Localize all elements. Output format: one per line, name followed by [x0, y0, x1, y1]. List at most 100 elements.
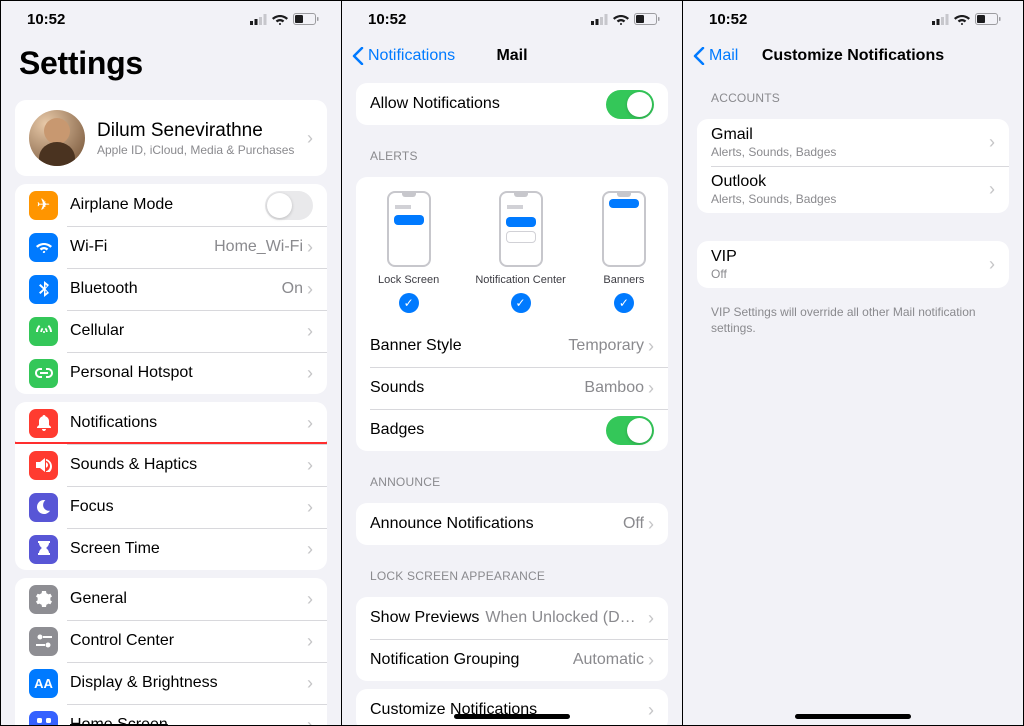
row-announce-notifications[interactable]: Announce Notifications Off ›	[356, 503, 668, 545]
wifi-icon	[613, 13, 629, 25]
wifi-icon	[272, 13, 288, 25]
status-bar: 10:52	[342, 1, 682, 37]
row-customize-notifications[interactable]: Customize Notifications ›	[356, 689, 668, 725]
chevron-right-icon: ›	[307, 363, 313, 384]
section-header-accounts: ACCOUNTS	[683, 75, 1023, 111]
home-indicator[interactable]	[454, 714, 570, 719]
wifi-icon	[954, 13, 970, 25]
cellular-icon	[932, 14, 949, 25]
moon-icon	[29, 493, 58, 522]
chevron-right-icon: ›	[307, 279, 313, 300]
chevron-right-icon: ›	[307, 715, 313, 726]
chevron-right-icon: ›	[648, 700, 654, 721]
allow-notifications-toggle[interactable]	[606, 90, 654, 119]
chevron-right-icon: ›	[648, 336, 654, 357]
row-screen-time[interactable]: Screen Time ›	[15, 528, 327, 570]
home-indicator[interactable]	[795, 714, 911, 719]
row-vip[interactable]: VIP Off ›	[697, 241, 1009, 288]
chevron-right-icon: ›	[648, 608, 654, 629]
row-display-brightness[interactable]: AA Display & Brightness ›	[15, 662, 327, 704]
chevron-right-icon: ›	[648, 378, 654, 399]
cellular-icon	[29, 317, 58, 346]
row-bluetooth[interactable]: Bluetooth On ›	[15, 268, 327, 310]
chevron-right-icon: ›	[989, 254, 995, 275]
alert-option-lock-screen[interactable]: Lock Screen ✓	[378, 191, 439, 313]
notification-center-preview-icon	[499, 191, 543, 267]
chevron-right-icon: ›	[307, 589, 313, 610]
nav-bar: Notifications Mail	[342, 37, 682, 75]
alert-option-notification-center[interactable]: Notification Center ✓	[475, 191, 566, 313]
lock-screen-preview-icon	[387, 191, 431, 267]
chevron-left-icon	[352, 47, 364, 65]
airplane-toggle[interactable]	[265, 191, 313, 220]
page-title: Settings	[1, 37, 341, 92]
row-control-center[interactable]: Control Center ›	[15, 620, 327, 662]
chevron-right-icon: ›	[307, 497, 313, 518]
alert-option-banners[interactable]: Banners ✓	[602, 191, 646, 313]
chevron-right-icon: ›	[648, 650, 654, 671]
alerts-panel: Lock Screen ✓ Notification Center ✓ Bann…	[356, 177, 668, 325]
row-sounds-haptics[interactable]: Sounds & Haptics ›	[15, 444, 327, 486]
status-time: 10:52	[27, 11, 65, 28]
status-bar: 10:52	[683, 1, 1023, 37]
gear-icon	[29, 585, 58, 614]
chevron-right-icon: ›	[307, 128, 313, 149]
row-notification-grouping[interactable]: Notification Grouping Automatic ›	[356, 639, 668, 681]
row-general[interactable]: General ›	[15, 578, 327, 620]
check-icon: ✓	[399, 293, 419, 313]
check-icon: ✓	[614, 293, 634, 313]
row-hotspot[interactable]: Personal Hotspot ›	[15, 352, 327, 394]
bell-icon	[29, 409, 58, 438]
chevron-right-icon: ›	[307, 413, 313, 434]
avatar	[29, 110, 85, 166]
status-bar: 10:52	[1, 1, 341, 37]
row-show-previews[interactable]: Show Previews When Unlocked (Default) ›	[356, 597, 668, 639]
chevron-right-icon: ›	[648, 514, 654, 535]
row-banner-style[interactable]: Banner Style Temporary ›	[356, 325, 668, 367]
cellular-icon	[250, 14, 267, 25]
account-subtitle: Alerts, Sounds, Badges	[711, 145, 989, 159]
bluetooth-icon	[29, 275, 58, 304]
account-subtitle: Alerts, Sounds, Badges	[711, 192, 989, 206]
row-account-gmail[interactable]: Gmail Alerts, Sounds, Badges ›	[697, 119, 1009, 166]
row-allow-notifications[interactable]: Allow Notifications	[356, 83, 668, 125]
row-wifi[interactable]: Wi-Fi Home_Wi-Fi ›	[15, 226, 327, 268]
screen-mail-notifications: 10:52 Notifications Mail Allow Notificat…	[342, 1, 683, 725]
row-home-screen[interactable]: Home Screen ›	[15, 704, 327, 725]
battery-icon	[975, 13, 1001, 25]
chevron-right-icon: ›	[307, 673, 313, 694]
airplane-icon: ✈	[29, 191, 58, 220]
screen-settings: 10:52 Settings Dilum Senevirathne Apple …	[1, 1, 342, 725]
nav-bar: Mail Customize Notifications	[683, 37, 1023, 75]
chevron-right-icon: ›	[307, 539, 313, 560]
row-badges[interactable]: Badges	[356, 409, 668, 451]
text-size-icon: AA	[29, 669, 58, 698]
chevron-left-icon	[693, 47, 705, 65]
row-focus[interactable]: Focus ›	[15, 486, 327, 528]
cellular-icon	[591, 14, 608, 25]
hourglass-icon	[29, 535, 58, 564]
wifi-icon	[29, 233, 58, 262]
row-account-outlook[interactable]: Outlook Alerts, Sounds, Badges ›	[697, 166, 1009, 213]
battery-icon	[634, 13, 660, 25]
vip-name: VIP	[711, 248, 989, 266]
check-icon: ✓	[511, 293, 531, 313]
banner-preview-icon	[602, 191, 646, 267]
row-cellular[interactable]: Cellular ›	[15, 310, 327, 352]
footer-note: VIP Settings will override all other Mai…	[683, 296, 1023, 336]
profile-subtitle: Apple ID, iCloud, Media & Purchases	[97, 143, 307, 157]
section-header-announce: ANNOUNCE	[342, 459, 682, 495]
back-button[interactable]: Notifications	[352, 47, 455, 65]
sliders-icon	[29, 627, 58, 656]
row-sounds[interactable]: Sounds Bamboo ›	[356, 367, 668, 409]
badges-toggle[interactable]	[606, 416, 654, 445]
battery-icon	[293, 13, 319, 25]
chevron-right-icon: ›	[307, 631, 313, 652]
row-airplane-mode[interactable]: ✈ Airplane Mode	[15, 184, 327, 226]
chevron-right-icon: ›	[307, 237, 313, 258]
profile-row[interactable]: Dilum Senevirathne Apple ID, iCloud, Med…	[15, 100, 327, 176]
account-name: Gmail	[711, 126, 989, 144]
back-button[interactable]: Mail	[693, 47, 738, 65]
row-notifications[interactable]: Notifications ›	[15, 402, 327, 444]
chevron-right-icon: ›	[989, 132, 995, 153]
